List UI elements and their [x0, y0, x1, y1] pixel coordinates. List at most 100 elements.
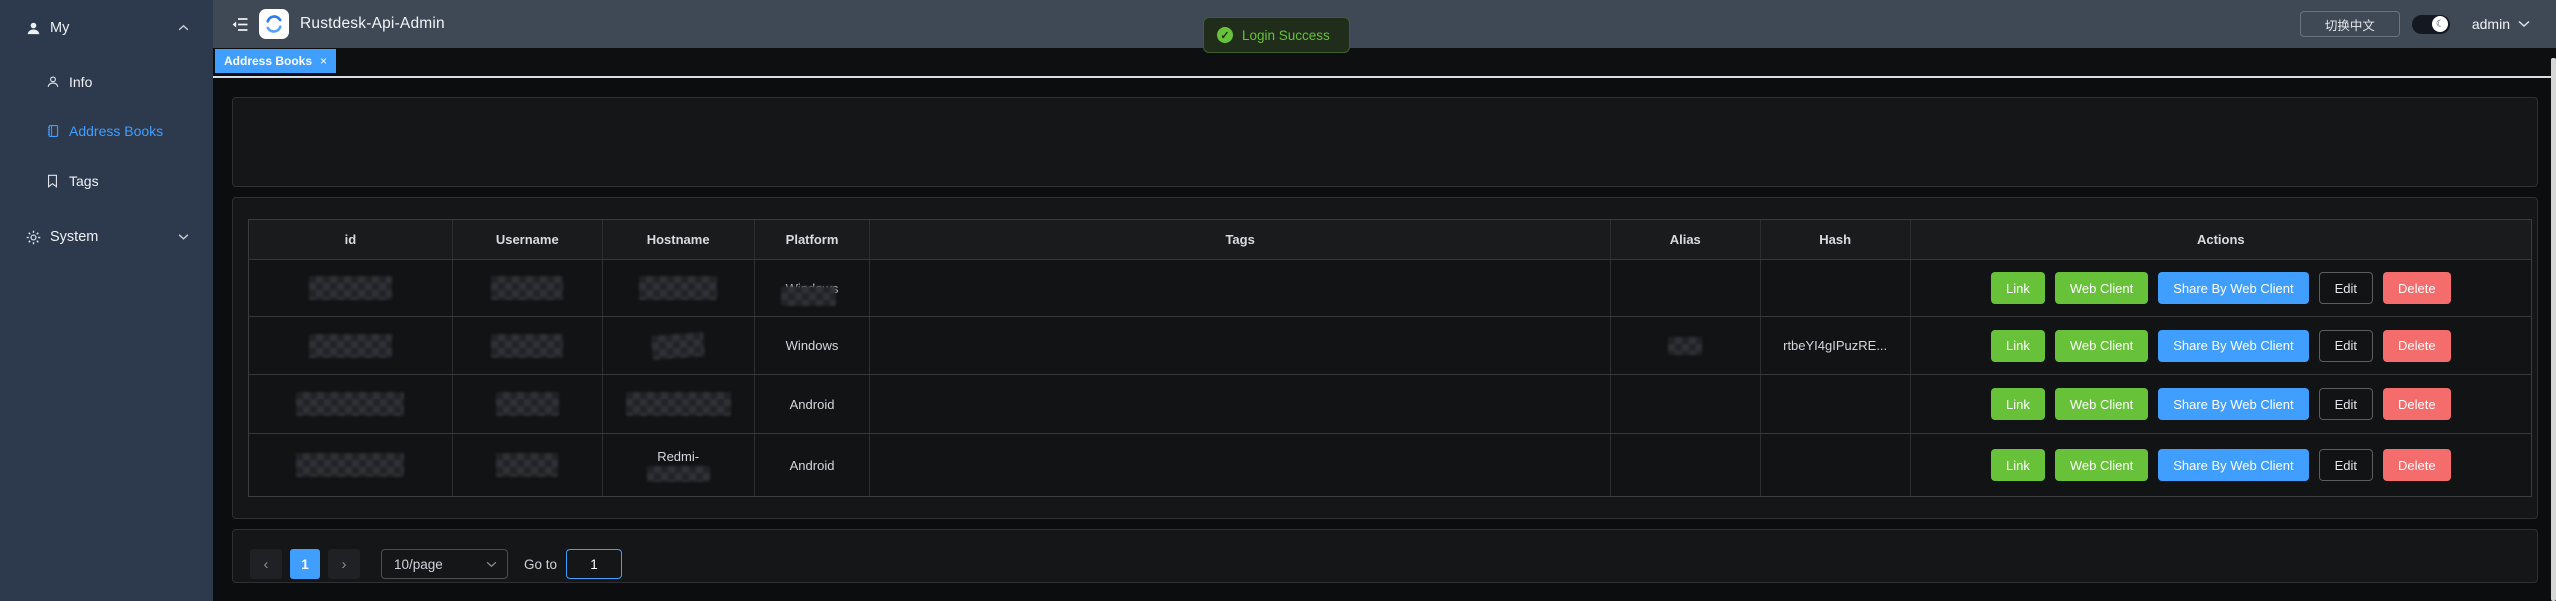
gear-icon	[26, 230, 41, 245]
hash-cell	[1760, 260, 1910, 316]
sidebar-item-tags[interactable]: Tags	[0, 163, 213, 199]
platform-cell: Windows	[754, 317, 870, 374]
hostname-cell: Redmi-	[647, 449, 710, 482]
page-number-1[interactable]: 1	[290, 549, 320, 579]
edit-button[interactable]: Edit	[2319, 272, 2373, 304]
tags-cell	[869, 317, 1609, 374]
table-header-row: id Username Hostname Platform Tags Alias…	[249, 220, 2531, 259]
sidebar-item-address-books[interactable]: Address Books	[0, 113, 213, 149]
goto-page-input[interactable]	[566, 549, 622, 579]
edit-button[interactable]: Edit	[2319, 330, 2373, 362]
column-header-id: id	[249, 220, 452, 259]
topbar: Rustdesk-Api-Admin 切换中文 ☾ admin	[213, 0, 2556, 48]
web-client-button[interactable]: Web Client	[2055, 449, 2148, 481]
moon-icon: ☾	[2432, 16, 2448, 32]
notebook-icon	[45, 124, 60, 138]
link-button[interactable]: Link	[1991, 272, 2045, 304]
hash-cell: rtbeYI4gIPuzRE...	[1760, 317, 1910, 374]
alias-cell	[1610, 260, 1760, 316]
next-page-button[interactable]: ›	[328, 549, 360, 579]
tags-cell	[869, 260, 1609, 316]
hash-cell	[1760, 375, 1910, 433]
chevron-down-icon	[486, 561, 497, 568]
share-by-web-client-button[interactable]: Share By Web Client	[2158, 272, 2308, 304]
redacted-username	[496, 453, 558, 477]
dark-mode-toggle[interactable]: ☾	[2412, 15, 2450, 34]
redacted-alias	[1668, 337, 1702, 355]
redacted-username	[496, 392, 559, 416]
actions-cell: Link Web Client Share By Web Client Edit…	[1910, 375, 2531, 433]
column-header-platform: Platform	[754, 220, 870, 259]
prev-icon: ‹	[264, 556, 269, 573]
page-size-select[interactable]: 10/page	[381, 549, 508, 579]
delete-button[interactable]: Delete	[2383, 330, 2451, 362]
redacted-id	[296, 392, 404, 416]
redacted-id	[309, 276, 392, 300]
alias-cell	[1610, 375, 1760, 433]
prev-page-button[interactable]: ‹	[250, 549, 282, 579]
redacted-hostname	[639, 276, 717, 300]
address-books-table: id Username Hostname Platform Tags Alias…	[248, 219, 2532, 497]
check-circle-icon: ✓	[1217, 27, 1233, 43]
topbar-right: 切换中文 ☾ admin	[2300, 11, 2530, 37]
profile-icon	[45, 75, 60, 89]
sidebar-item-info[interactable]: Info	[0, 64, 213, 100]
web-client-button[interactable]: Web Client	[2055, 272, 2148, 304]
delete-button[interactable]: Delete	[2383, 449, 2451, 481]
tab-label: Address Books	[224, 54, 312, 68]
delete-button[interactable]: Delete	[2383, 272, 2451, 304]
web-client-button[interactable]: Web Client	[2055, 330, 2148, 362]
column-header-hostname: Hostname	[602, 220, 754, 259]
redacted-id	[309, 334, 392, 358]
share-by-web-client-button[interactable]: Share By Web Client	[2158, 388, 2308, 420]
pagination-card: ‹ 1 › 10/page Go to	[232, 529, 2538, 583]
delete-button[interactable]: Delete	[2383, 388, 2451, 420]
chevron-down-icon	[2518, 20, 2530, 28]
actions-cell: Link Web Client Share By Web Client Edit…	[1910, 434, 2531, 496]
tags-cell	[869, 375, 1609, 433]
edit-button[interactable]: Edit	[2319, 449, 2373, 481]
actions-cell: Link Web Client Share By Web Client Edit…	[1910, 260, 2531, 316]
tab-address-books[interactable]: Address Books ×	[215, 49, 336, 73]
tags-cell	[869, 434, 1609, 496]
menu-fold-icon[interactable]	[232, 17, 248, 32]
page-size-value: 10/page	[394, 557, 443, 572]
redacted-username	[491, 334, 563, 358]
table-row: Windows Link Web Client Share By Web Cli…	[249, 259, 2531, 316]
sidebar-group-label: My	[50, 20, 69, 36]
sidebar-item-label: Address Books	[69, 123, 163, 139]
redacted-hostname	[651, 332, 705, 360]
user-menu[interactable]: admin	[2472, 16, 2530, 32]
platform-cell: Windows	[786, 281, 839, 296]
user-icon	[26, 21, 41, 36]
redacted-hostname	[626, 392, 731, 416]
language-switch-button[interactable]: 切换中文	[2300, 11, 2400, 37]
column-header-actions: Actions	[1910, 220, 2531, 259]
column-header-hash: Hash	[1760, 220, 1910, 259]
platform-cell: Android	[754, 434, 870, 496]
web-client-button[interactable]: Web Client	[2055, 388, 2148, 420]
edit-button[interactable]: Edit	[2319, 388, 2373, 420]
chevron-down-icon	[178, 234, 189, 241]
toast-message: Login Success	[1242, 28, 1330, 43]
goto-label: Go to	[524, 557, 557, 572]
link-button[interactable]: Link	[1991, 388, 2045, 420]
sidebar: My Info Address Books Tags System	[0, 0, 213, 601]
share-by-web-client-button[interactable]: Share By Web Client	[2158, 330, 2308, 362]
redacted-id	[296, 453, 404, 477]
sidebar-group-my[interactable]: My	[0, 10, 213, 46]
column-header-username: Username	[452, 220, 602, 259]
rustdesk-logo	[259, 9, 289, 39]
vertical-scrollbar[interactable]	[2551, 58, 2556, 601]
link-button[interactable]: Link	[1991, 449, 2045, 481]
hash-cell	[1760, 434, 1910, 496]
close-icon[interactable]: ×	[320, 55, 327, 67]
link-button[interactable]: Link	[1991, 330, 2045, 362]
sidebar-group-system[interactable]: System	[0, 219, 213, 255]
actions-cell: Link Web Client Share By Web Client Edit…	[1910, 317, 2531, 374]
sidebar-item-label: Tags	[69, 173, 99, 189]
share-by-web-client-button[interactable]: Share By Web Client	[2158, 449, 2308, 481]
table-card: id Username Hostname Platform Tags Alias…	[232, 197, 2538, 519]
filter-card: Id Username Hostname Filter Add	[232, 97, 2538, 187]
column-header-tags: Tags	[869, 220, 1609, 259]
